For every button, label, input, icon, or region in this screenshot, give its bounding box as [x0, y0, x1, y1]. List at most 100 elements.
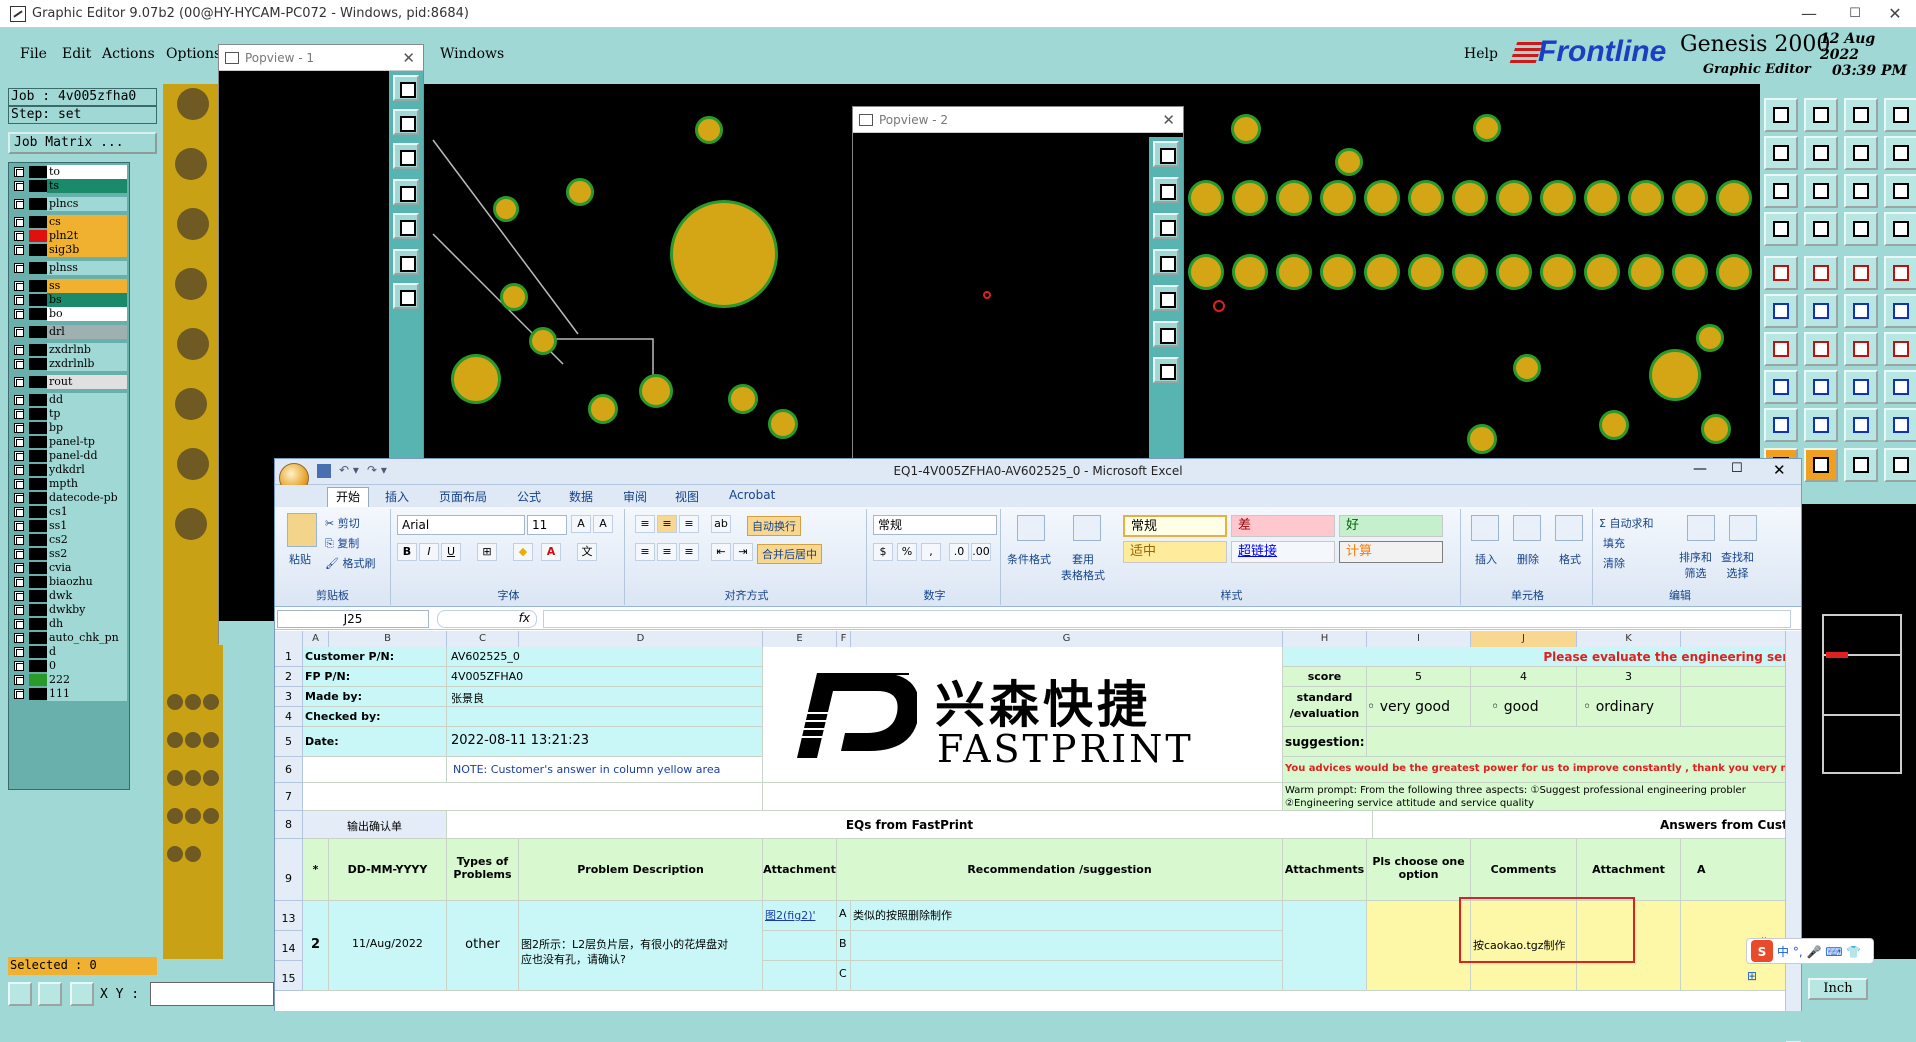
layer-checkbox[interactable] [14, 619, 24, 629]
layer-checkbox[interactable] [14, 577, 24, 587]
format-as-table-icon[interactable] [1073, 515, 1101, 541]
layer-name[interactable]: 0 [47, 659, 127, 673]
column-header[interactable]: E [763, 631, 837, 647]
increase-indent-icon[interactable]: ⇥ [733, 543, 753, 561]
layer-checkbox[interactable] [14, 507, 24, 517]
clear-button[interactable]: 清除 [1603, 555, 1625, 571]
row-header[interactable]: 5 [275, 727, 303, 757]
select-all-corner[interactable] [275, 631, 303, 647]
tool-button[interactable] [1844, 212, 1878, 246]
suggestion-label[interactable]: suggestion: [1283, 727, 1367, 757]
layer-row[interactable]: ts [11, 179, 129, 193]
phonetic-icon[interactable]: 文 [577, 543, 597, 561]
percent-icon[interactable]: % [897, 543, 917, 561]
cell-value[interactable] [447, 707, 763, 727]
layer-name[interactable]: dwk [47, 589, 127, 603]
excel-window[interactable]: EQ1-4V005ZFHA0-AV602525_0 - Microsoft Ex… [274, 458, 1802, 1042]
formula-input[interactable] [543, 610, 1791, 628]
tool-button[interactable] [1804, 332, 1838, 366]
option-c[interactable]: C [837, 961, 851, 991]
layer-row[interactable]: bs [11, 293, 129, 307]
layer-name[interactable]: dd [47, 393, 127, 407]
tool-button[interactable] [1844, 98, 1878, 132]
tool-button[interactable] [1884, 370, 1916, 404]
tool-button[interactable] [1844, 294, 1878, 328]
tool-icon[interactable] [8, 982, 32, 1006]
menu-help[interactable]: Help [1464, 46, 1498, 62]
layer-row[interactable]: cs [11, 215, 129, 229]
view-button[interactable] [1153, 213, 1179, 239]
layer-name[interactable]: 222 [47, 673, 127, 687]
tool-button[interactable] [1764, 294, 1798, 328]
layer-row[interactable]: zxdrlnb [11, 343, 129, 357]
menu-file[interactable]: File [20, 46, 47, 62]
tool-button[interactable] [1844, 408, 1878, 442]
tool-button[interactable] [1764, 332, 1798, 366]
tool-button[interactable] [1884, 256, 1916, 290]
header-attachments[interactable]: Attachments [1283, 839, 1367, 901]
tool-icon[interactable] [38, 982, 62, 1006]
ribbon-tab[interactable]: 页面布局 [439, 488, 487, 505]
layer-name[interactable]: panel-dd [47, 449, 127, 463]
column-header[interactable]: K [1577, 631, 1681, 647]
view-button[interactable] [1153, 141, 1179, 167]
conditional-format-icon[interactable] [1017, 515, 1045, 541]
layer-name[interactable]: ss2 [47, 547, 127, 561]
layer-checkbox[interactable] [14, 437, 24, 447]
layer-name[interactable]: sig3b [47, 243, 127, 257]
ribbon-tab[interactable]: 公式 [517, 488, 541, 505]
cell[interactable] [851, 961, 1283, 991]
layer-name[interactable]: cs [47, 215, 127, 229]
bold-button[interactable]: B [397, 543, 417, 561]
layer-row[interactable]: auto_chk_pn [11, 631, 129, 645]
header-date[interactable]: DD-MM-YYYY [329, 839, 447, 901]
layer-name[interactable]: zxdrlnb [47, 343, 127, 357]
eq-number[interactable]: 2 [303, 901, 329, 991]
layer-checkbox[interactable] [14, 563, 24, 573]
layer-row[interactable]: biaozhu [11, 575, 129, 589]
layer-row[interactable]: ydkdrl [11, 463, 129, 477]
layer-row[interactable]: mpth [11, 477, 129, 491]
layer-name[interactable]: tp [47, 407, 127, 421]
score-5[interactable]: 5 [1367, 667, 1471, 687]
layer-row[interactable]: 0 [11, 659, 129, 673]
column-header[interactable]: F [837, 631, 851, 647]
layer-name[interactable]: dh [47, 617, 127, 631]
row-header[interactable]: 3 [275, 687, 303, 707]
row-header[interactable]: 13 [275, 901, 303, 931]
merge-center-button[interactable]: 合并后居中 [757, 544, 822, 564]
tool-button[interactable] [1804, 294, 1838, 328]
layer-row[interactable]: datecode-pb [11, 491, 129, 505]
score-3[interactable]: 3 [1577, 667, 1681, 687]
column-header[interactable]: I [1367, 631, 1471, 647]
view-button[interactable] [393, 143, 419, 169]
sort-filter-icon[interactable] [1687, 515, 1715, 541]
cell[interactable] [303, 757, 447, 783]
ime-toolbar[interactable]: S中 °, 🎤 ⌨ 👕 ⊞ [1746, 938, 1874, 983]
layer-checkbox[interactable] [14, 493, 24, 503]
layer-checkbox[interactable] [14, 591, 24, 601]
sheet-grid[interactable]: 1 2 3 4 5 6 7 8 9 13 14 15 Customer P/N:… [275, 647, 1801, 1042]
format-painter-button[interactable]: 🖌 格式刷 [325, 555, 375, 571]
zoom-button[interactable] [393, 249, 419, 275]
ribbon-tab[interactable]: 审阅 [623, 488, 647, 505]
tool-button[interactable] [1804, 256, 1838, 290]
tool-button[interactable] [1884, 332, 1916, 366]
layer-row[interactable]: panel-dd [11, 449, 129, 463]
column-header[interactable]: C [447, 631, 519, 647]
undo-icon[interactable]: ↶ ▾ [339, 463, 359, 477]
excel-close-button[interactable]: ✕ [1773, 461, 1786, 479]
layer-name[interactable]: bp [47, 421, 127, 435]
conditional-format-label[interactable]: 条件格式 [1007, 551, 1051, 567]
option-b[interactable]: B [837, 931, 851, 961]
cell-value[interactable]: AV602525_0 [447, 647, 763, 667]
align-bottom-icon[interactable]: ≡ [679, 515, 699, 533]
layer-checkbox[interactable] [14, 605, 24, 615]
layer-name[interactable]: pln2t [47, 229, 127, 243]
autosum-button[interactable]: Σ 自动求和 [1599, 515, 1653, 531]
layer-name[interactable]: panel-tp [47, 435, 127, 449]
comma-icon[interactable]: , [921, 543, 941, 561]
column-header[interactable]: D [519, 631, 763, 647]
tool-button[interactable] [1764, 370, 1798, 404]
tool-button[interactable] [1804, 174, 1838, 208]
